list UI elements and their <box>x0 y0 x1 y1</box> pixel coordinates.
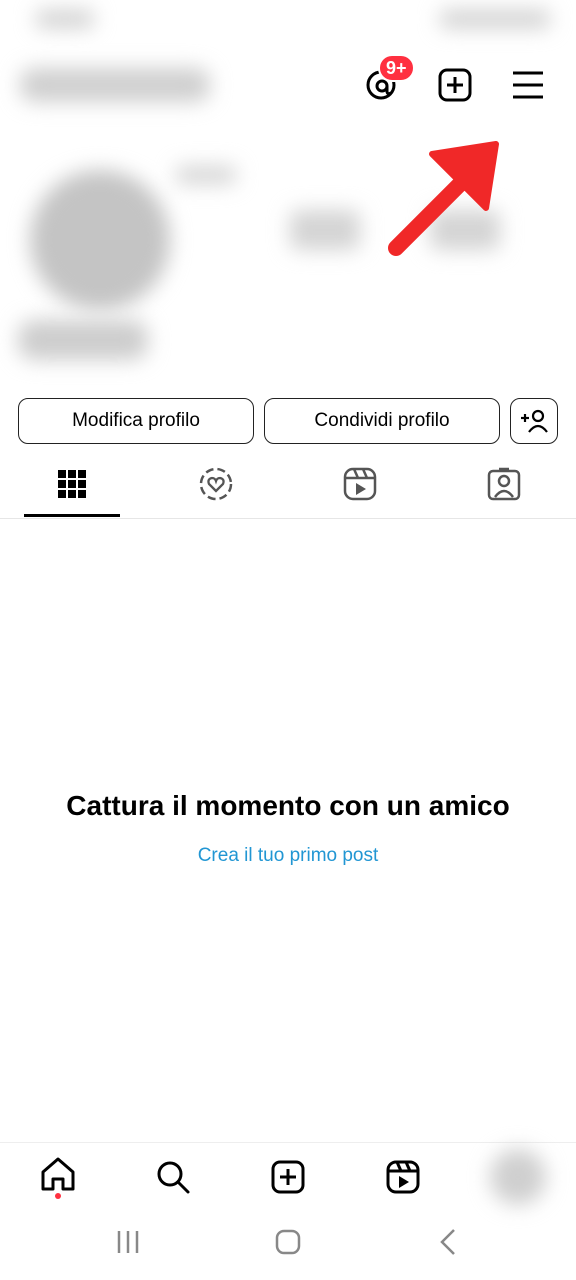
selected-tab-indicator <box>24 514 120 517</box>
create-post-icon <box>438 68 472 102</box>
nav-home[interactable] <box>0 1143 115 1211</box>
share-profile-button[interactable]: Condividi profilo <box>264 398 500 444</box>
create-post-button[interactable] <box>432 62 478 108</box>
search-icon <box>157 1161 189 1194</box>
back-button[interactable] <box>352 1212 544 1272</box>
nav-create[interactable] <box>230 1143 345 1211</box>
stats-posts <box>176 166 236 184</box>
annotation-arrow <box>388 141 499 256</box>
reels-icon <box>343 467 377 501</box>
back-chevron-icon <box>440 1229 455 1255</box>
add-person-icon <box>521 409 548 433</box>
empty-state-title: Cattura il momento con un amico <box>66 790 510 821</box>
heart-circle-icon <box>199 467 233 501</box>
profile-header <box>0 40 576 130</box>
status-bar <box>0 0 576 40</box>
bottom-navigation <box>0 1142 576 1213</box>
nav-reels[interactable] <box>345 1143 460 1211</box>
tab-reels[interactable] <box>288 452 432 516</box>
system-navigation-bar <box>0 1212 576 1280</box>
hamburger-menu-icon <box>513 71 543 99</box>
avatar[interactable] <box>30 170 170 310</box>
username-dropdown[interactable] <box>20 68 210 102</box>
stats-followers[interactable] <box>290 210 360 250</box>
discover-people-button[interactable] <box>510 398 558 444</box>
home-icon <box>41 1157 74 1199</box>
nav-search[interactable] <box>115 1143 230 1211</box>
profile-name <box>18 320 148 360</box>
create-first-post-link[interactable]: Crea il tuo primo post <box>0 845 576 867</box>
threads-badge: 9+ <box>378 54 415 82</box>
edit-profile-button[interactable]: Modifica profilo <box>18 398 254 444</box>
tab-grid[interactable] <box>0 452 144 516</box>
home-square-icon <box>275 1229 301 1255</box>
grid-icon <box>58 470 86 498</box>
create-icon <box>271 1160 304 1194</box>
nav-profile[interactable] <box>460 1143 575 1211</box>
tagged-person-icon <box>487 467 521 501</box>
tab-tagged[interactable] <box>432 452 576 516</box>
menu-button[interactable] <box>504 62 552 108</box>
recent-apps-icon <box>117 1231 139 1253</box>
profile-tabs <box>0 452 576 519</box>
tab-remix[interactable] <box>144 452 288 516</box>
reels-icon <box>386 1160 419 1194</box>
status-indicators <box>440 10 550 28</box>
profile-avatar <box>489 1149 546 1205</box>
status-time <box>36 10 94 28</box>
